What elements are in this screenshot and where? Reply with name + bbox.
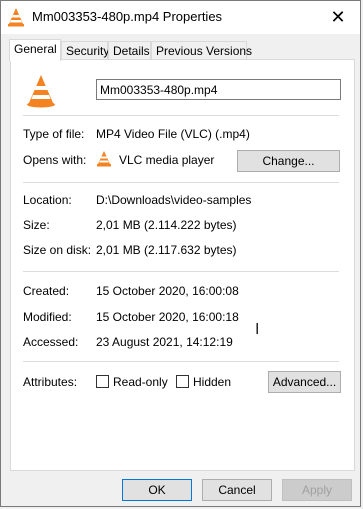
file-name-input[interactable] [96, 79, 341, 100]
type-label: Type of file: [23, 127, 85, 141]
hidden-checkbox[interactable] [176, 375, 189, 388]
general-panel: Type of file: MP4 Video File (VLC) (.mp4… [10, 59, 355, 471]
type-value: MP4 Video File (VLC) (.mp4) [96, 127, 250, 141]
size-on-disk-value: 2,01 MB (2.117.632 bytes) [96, 243, 237, 257]
separator [23, 115, 339, 116]
opens-with-value: VLC media player [119, 153, 215, 167]
modified-label: Modified: [23, 310, 72, 324]
tab-security[interactable]: Security [61, 41, 109, 60]
readonly-label: Read-only [113, 375, 168, 389]
apply-button[interactable]: Apply [282, 479, 352, 501]
separator [23, 271, 339, 272]
location-label: Location: [23, 193, 72, 207]
accessed-label: Accessed: [23, 335, 79, 349]
created-value: 15 October 2020, 16:00:08 [96, 284, 239, 298]
separator [23, 361, 339, 362]
opens-with-label: Opens with: [23, 153, 87, 167]
modified-value: 15 October 2020, 16:00:18 [96, 310, 239, 324]
created-label: Created: [23, 284, 70, 298]
close-button[interactable]: ✕ [316, 1, 360, 34]
vlc-cone-icon [27, 75, 55, 108]
hidden-label: Hidden [193, 375, 232, 389]
separator [23, 182, 339, 183]
tab-general[interactable]: General [9, 39, 61, 61]
close-icon: ✕ [330, 7, 346, 27]
attributes-label: Attributes: [23, 375, 78, 389]
tab-previous-versions[interactable]: Previous Versions [151, 41, 252, 60]
size-label: Size: [23, 218, 50, 232]
vlc-cone-icon [97, 151, 111, 167]
cancel-button[interactable]: Cancel [202, 479, 272, 501]
change-button[interactable]: Change... [237, 150, 340, 172]
tab-details[interactable]: Details [108, 41, 151, 60]
size-on-disk-label: Size on disk: [23, 243, 92, 257]
readonly-checkbox[interactable] [96, 375, 109, 388]
title-bar: Mm003353-480p.mp4 Properties ✕ [1, 1, 360, 34]
vlc-cone-icon [8, 8, 24, 27]
accessed-value: 23 August 2021, 14:12:19 [96, 335, 233, 349]
window-title: Mm003353-480p.mp4 Properties [32, 9, 223, 24]
size-value: 2,01 MB (2.114.222 bytes) [96, 218, 237, 232]
location-value: D:\Downloads\video-samples [96, 193, 252, 207]
text-cursor-icon: I [255, 321, 260, 338]
advanced-button[interactable]: Advanced... [268, 371, 341, 393]
properties-window: Mm003353-480p.mp4 Properties ✕ General S… [0, 0, 361, 507]
ok-button[interactable]: OK [122, 479, 192, 501]
